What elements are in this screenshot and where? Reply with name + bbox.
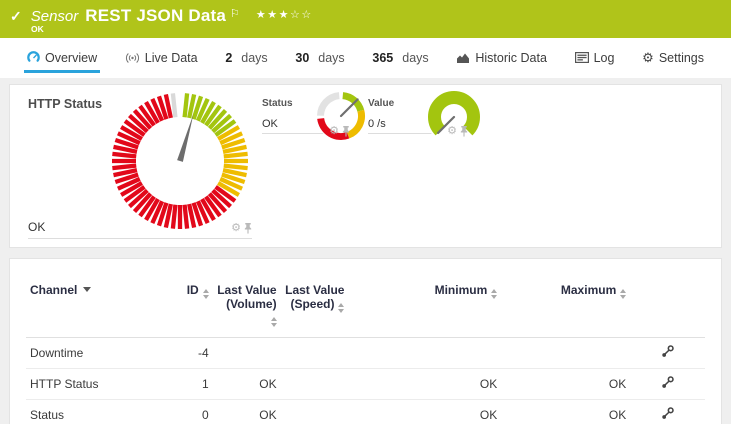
tab-bar: Overview Live Data 2 days 30 days 365 days [0, 38, 731, 78]
maximum-value [501, 337, 631, 369]
minimum-value: OK [348, 399, 502, 424]
gauge-settings-gear-icon[interactable]: ⚙ [447, 126, 457, 137]
prtg-sensor-page: ✓ Sensor REST JSON Data ⚐ ★★★☆☆ OK Overv… [0, 0, 731, 424]
http-status-gauge [110, 91, 250, 231]
last-value-speed [280, 337, 349, 369]
tab-label: days [318, 50, 345, 65]
http-status-gauge-block: HTTP Status OK ⚙ [28, 91, 252, 239]
minimum-value [348, 337, 502, 369]
tab-overview[interactable]: Overview [24, 44, 101, 73]
column-header-channel[interactable]: Channel [26, 269, 169, 338]
last-value-speed [280, 368, 349, 400]
tab-label: Settings [658, 50, 704, 65]
column-header-actions [630, 269, 705, 338]
tab-30-days[interactable]: 30 days [292, 44, 347, 73]
gauge-value: OK [28, 220, 46, 234]
status-gauge-block: Status OK ⚙ [262, 91, 366, 141]
value-gauge-block: Value 0 /s ⚙ [368, 89, 482, 145]
object-kind-label: Sensor [30, 7, 79, 25]
gauge-icon [27, 51, 40, 62]
last-value-speed [280, 399, 349, 424]
sort-icon [338, 303, 345, 313]
column-header-last-value-volume[interactable]: Last Value (Volume) [212, 269, 281, 338]
live-signal-icon [125, 52, 139, 63]
tab-365-days[interactable]: 365 days [369, 44, 431, 73]
channels-table-panel: Channel ID Last Value (Volume) Last Valu… [9, 258, 722, 424]
column-header-last-value-speed[interactable]: Last Value (Speed) [280, 269, 349, 338]
sort-icon [202, 289, 209, 299]
tab-live-data[interactable]: Live Data [122, 44, 201, 73]
channel-name: Status [26, 399, 169, 424]
sort-icon [491, 289, 498, 299]
gear-icon: ⚙ [642, 50, 654, 65]
channel-settings-icon[interactable] [661, 345, 674, 358]
sort-desc-icon [83, 287, 92, 292]
channel-settings-icon[interactable] [661, 376, 674, 389]
channels-table: Channel ID Last Value (Volume) Last Valu… [26, 269, 705, 424]
tab-number: 365 [372, 50, 394, 65]
pin-icon[interactable] [460, 126, 468, 137]
column-header-minimum[interactable]: Minimum [348, 269, 502, 338]
tab-historic-data[interactable]: Historic Data [453, 44, 550, 73]
column-header-maximum[interactable]: Maximum [501, 269, 631, 338]
tab-2-days[interactable]: 2 days [222, 44, 270, 73]
sort-icon [270, 317, 277, 327]
gauge-value: OK [262, 118, 278, 130]
flag-icon[interactable]: ⚐ [230, 7, 240, 20]
status-badge: OK [31, 24, 44, 34]
tab-label: Live Data [144, 50, 198, 65]
column-header-id[interactable]: ID [168, 269, 213, 338]
tab-label: Historic Data [475, 50, 547, 65]
table-row-downtime[interactable]: Downtime -4 [26, 337, 705, 369]
tab-label: Log [593, 50, 615, 65]
gauge-value: 0 /s [368, 118, 386, 130]
tab-label: days [402, 50, 429, 65]
channel-id: 1 [168, 368, 213, 400]
tab-log[interactable]: Log [572, 44, 618, 73]
tab-number: 2 [225, 50, 233, 65]
maximum-value: OK [501, 399, 631, 424]
sort-icon [620, 289, 627, 299]
page-title: REST JSON Data [85, 6, 226, 25]
last-value-volume: OK [212, 368, 281, 400]
gauge-title: HTTP Status [28, 97, 103, 111]
historic-chart-icon [457, 53, 470, 63]
tab-label: days [241, 50, 268, 65]
overview-gauges-panel: HTTP Status OK ⚙ Status OK ⚙ Value 0 /s … [9, 84, 722, 248]
channel-name: HTTP Status [26, 368, 169, 400]
channel-name: Downtime [26, 337, 169, 369]
table-row-status[interactable]: Status 0 OK OK OK [26, 399, 705, 424]
channel-id: -4 [168, 337, 213, 369]
minimum-value: OK [348, 368, 502, 400]
channel-id: 0 [168, 399, 213, 424]
tab-number: 30 [295, 50, 310, 65]
sensor-header: ✓ Sensor REST JSON Data ⚐ ★★★☆☆ OK [0, 0, 731, 38]
priority-stars[interactable]: ★★★☆☆ [256, 8, 313, 21]
pin-icon[interactable] [244, 223, 252, 234]
pin-icon[interactable] [342, 126, 350, 137]
gauge-settings-gear-icon[interactable]: ⚙ [231, 223, 241, 234]
status-check-icon: ✓ [10, 7, 22, 24]
gauge-settings-gear-icon[interactable]: ⚙ [329, 126, 339, 137]
tab-label: Overview [45, 50, 98, 65]
log-icon [574, 52, 589, 63]
last-value-volume: OK [212, 399, 281, 424]
tab-settings[interactable]: ⚙ Settings [639, 44, 707, 73]
channel-settings-icon[interactable] [661, 407, 674, 420]
table-row-http-status[interactable]: HTTP Status 1 OK OK OK [26, 368, 705, 400]
maximum-value: OK [501, 368, 631, 400]
last-value-volume [212, 337, 281, 369]
